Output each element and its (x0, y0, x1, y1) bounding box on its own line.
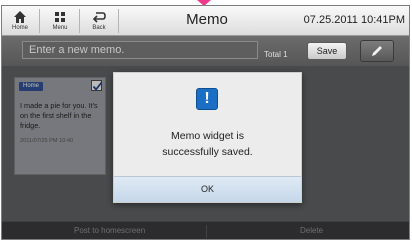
divider (79, 9, 80, 33)
dialog-message: Memo widget is successfully saved. (114, 128, 301, 160)
back-icon (84, 10, 114, 25)
save-confirmation-dialog: ! Memo widget is successfully saved. OK (113, 72, 302, 203)
menu-icon (45, 10, 75, 25)
handwriting-button[interactable] (360, 40, 394, 62)
divider (118, 9, 119, 33)
top-bar: Home Menu Back Memo 07.25.2011 10:41PM (2, 6, 409, 36)
back-label: Back (92, 25, 106, 31)
exclamation-icon: ! (196, 88, 218, 110)
ok-button[interactable]: OK (114, 176, 301, 202)
home-label: Home (11, 25, 28, 31)
status-datetime: 07.25.2011 10:41PM (303, 14, 405, 26)
app-title: Memo (186, 11, 228, 28)
bottom-action-bar: Post to homescreen Delete (2, 221, 409, 239)
home-button[interactable]: Home (5, 8, 35, 34)
post-to-homescreen-button[interactable]: Post to homescreen (74, 226, 145, 235)
save-button[interactable]: Save (307, 42, 347, 60)
delete-button[interactable]: Delete (300, 226, 323, 235)
memo-total-count: Total 1 (264, 50, 288, 59)
pen-icon (372, 46, 382, 56)
dialog-message-line1: Memo widget is (171, 130, 244, 142)
dialog-message-line2: successfully saved. (162, 146, 253, 158)
memo-input-bar: Enter a new memo. Total 1 Save (2, 36, 409, 66)
new-memo-input[interactable]: Enter a new memo. (22, 41, 258, 59)
menu-label: Menu (52, 25, 68, 31)
back-button[interactable]: Back (84, 8, 114, 34)
divider (206, 225, 207, 238)
menu-button[interactable]: Menu (45, 8, 75, 34)
home-icon (5, 10, 35, 25)
divider (39, 9, 40, 33)
